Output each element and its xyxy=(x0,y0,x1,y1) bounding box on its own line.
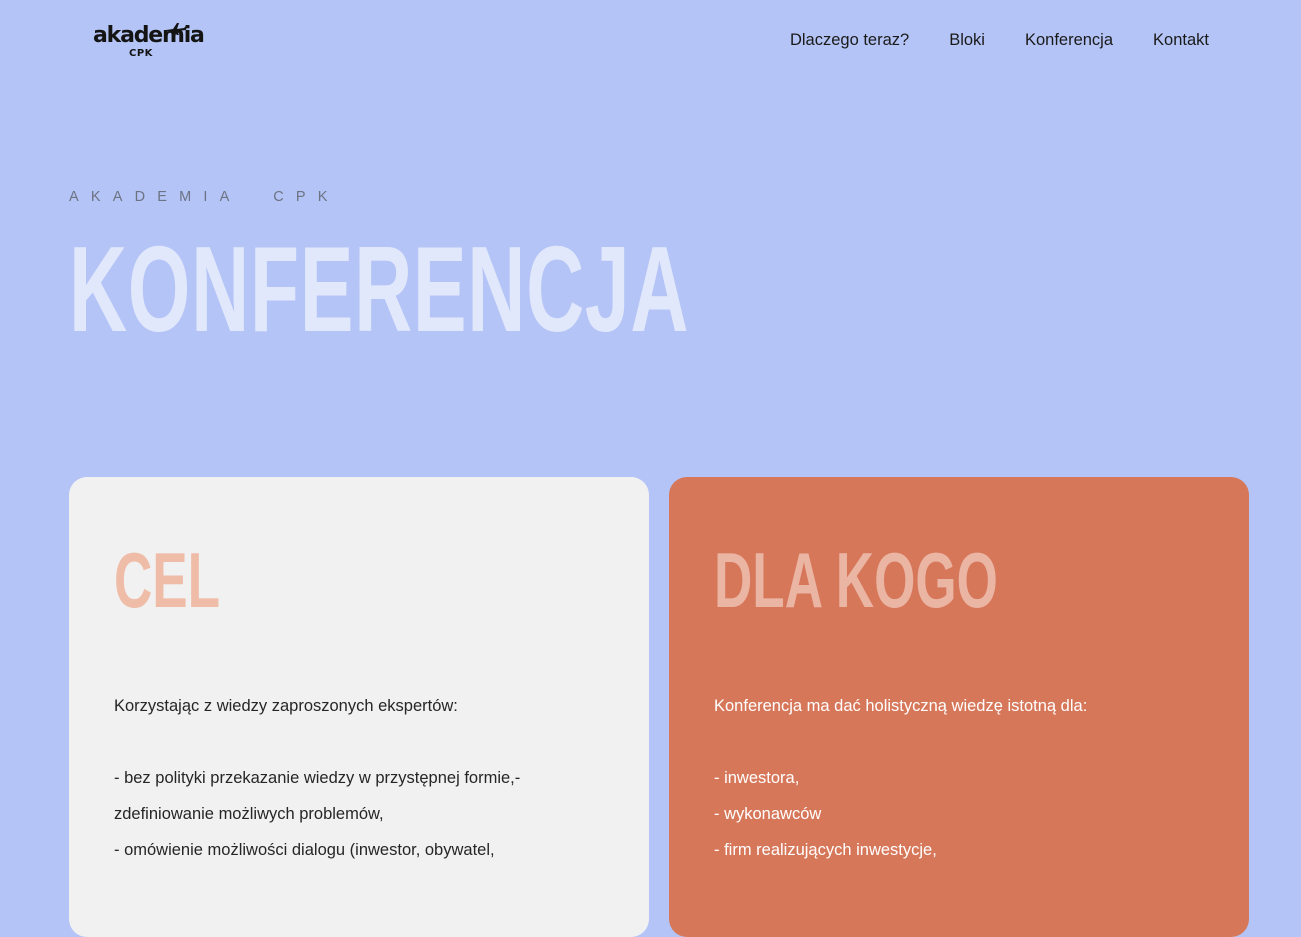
card-cel-intro: Korzystając z wiedzy zaproszonych eksper… xyxy=(114,697,458,715)
card-cel-line: zdefiniowanie możliwych problemów, xyxy=(114,805,384,823)
logo-link[interactable]: akademia CPK xyxy=(93,22,205,64)
page-title: KONFERENCJA xyxy=(69,221,690,357)
card-dla-kogo-body: Konferencja ma dać holistyczną wiedzę is… xyxy=(714,688,1214,868)
nav-item-konferencja[interactable]: Konferencja xyxy=(1025,30,1113,50)
card-cel-line: - omówienie możliwości dialogu (inwestor… xyxy=(114,841,495,859)
nav-item-dlaczego-teraz[interactable]: Dlaczego teraz? xyxy=(790,30,909,50)
logo-wordmark: akademia xyxy=(93,23,205,48)
card-dla-kogo-line: - inwestora, xyxy=(714,769,800,787)
card-dla-kogo-intro: Konferencja ma dać holistyczną wiedzę is… xyxy=(714,697,1088,715)
card-dla-kogo-title: DLA KOGO xyxy=(714,536,998,624)
card-dla-kogo: DLA KOGO Konferencja ma dać holistyczną … xyxy=(669,477,1249,937)
nav-item-kontakt[interactable]: Kontakt xyxy=(1153,30,1209,50)
card-cel-line: - bez polityki przekazanie wiedzy w przy… xyxy=(114,769,521,787)
nav-item-bloki[interactable]: Bloki xyxy=(949,30,985,50)
card-cel-body: Korzystając z wiedzy zaproszonych eksper… xyxy=(114,688,614,868)
hero-eyebrow: AKADEMIA CPK xyxy=(69,189,340,205)
logo-subtitle: CPK xyxy=(129,48,153,59)
card-dla-kogo-line: - firm realizujących inwestycje, xyxy=(714,841,937,859)
card-dla-kogo-line: - wykonawców xyxy=(714,805,822,823)
site-header: akademia CPK Dlaczego teraz? Bloki Konfe… xyxy=(0,0,1301,80)
card-cel: CEL Korzystając z wiedzy zaproszonych ek… xyxy=(69,477,649,937)
card-cel-title: CEL xyxy=(114,536,221,624)
main-nav: Dlaczego teraz? Bloki Konferencja Kontak… xyxy=(790,30,1209,50)
airplane-icon xyxy=(166,23,187,35)
